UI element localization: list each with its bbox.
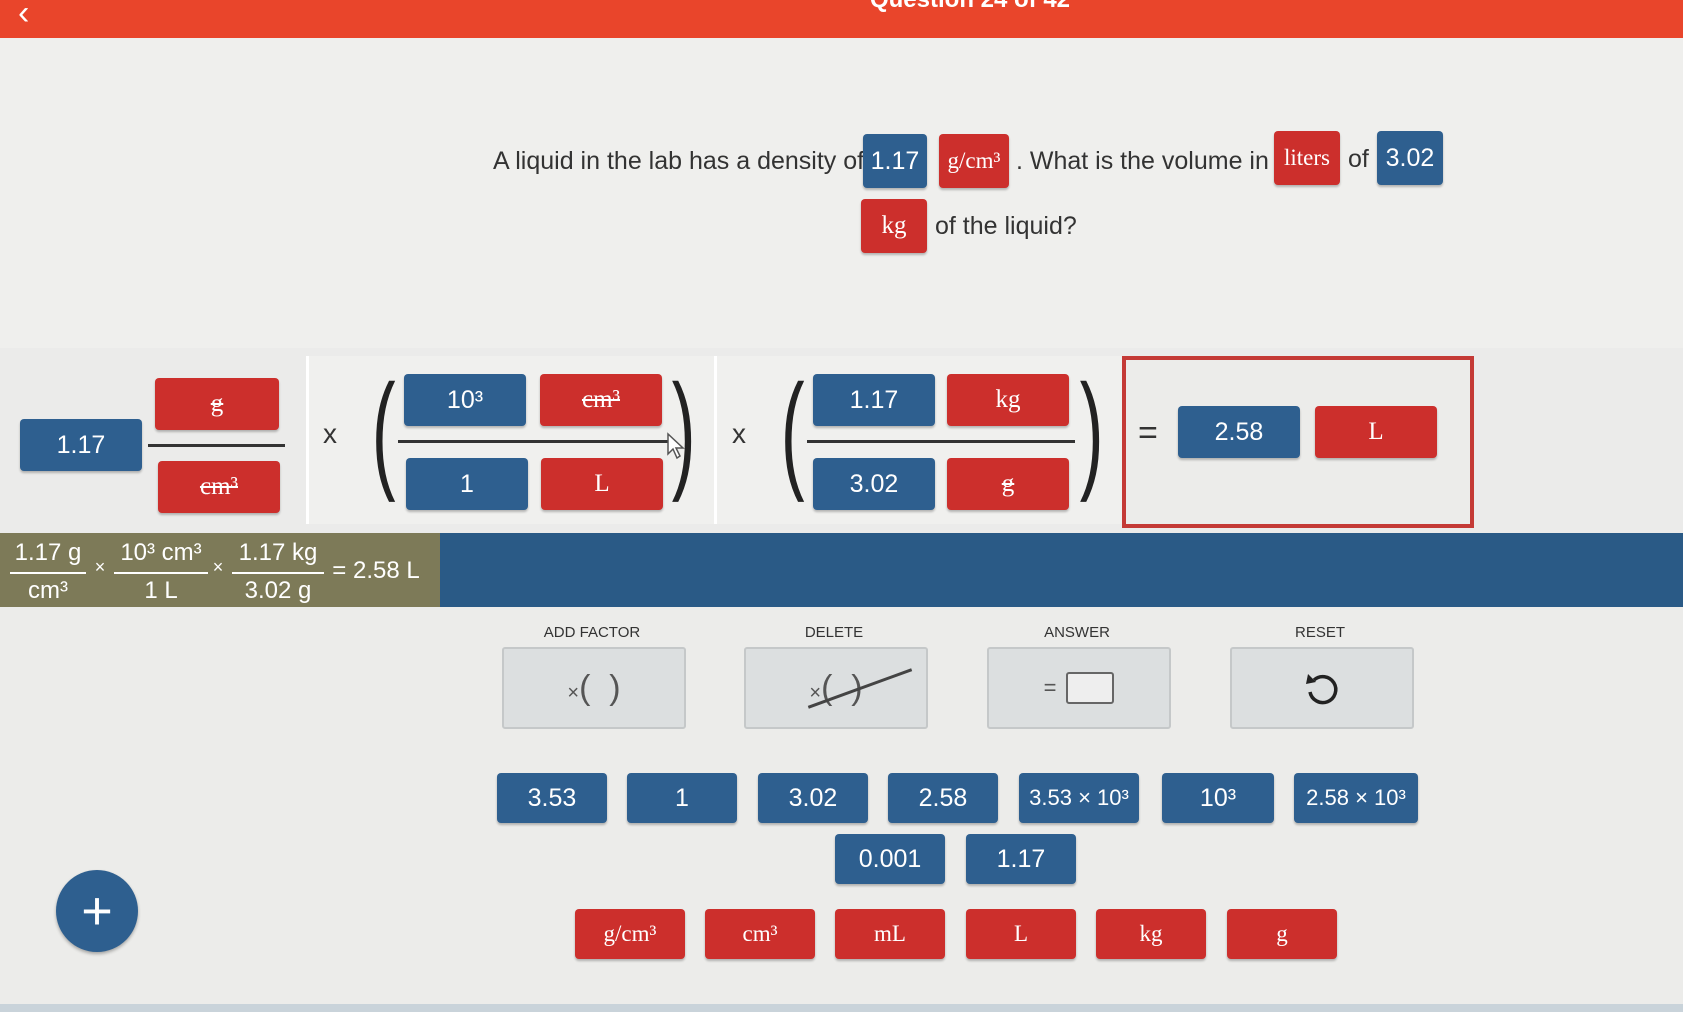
density-value-tile: 1.17: [863, 134, 927, 188]
answer-label: ANSWER: [1044, 624, 1110, 641]
factor1-den-unit[interactable]: L: [541, 458, 663, 510]
summary-times: ×: [94, 557, 106, 577]
add-factor-button[interactable]: ×( ): [502, 647, 686, 729]
unit-tile[interactable]: kg: [1096, 909, 1206, 959]
question-text-d: of the liquid?: [935, 212, 1077, 240]
start-denominator-unit[interactable]: cm³: [158, 461, 280, 513]
target-unit-tile: liters: [1274, 131, 1340, 185]
question-text-b: . What is the volume in: [1016, 147, 1269, 175]
unit-tile[interactable]: g/cm³: [575, 909, 685, 959]
answer-button[interactable]: =: [987, 647, 1171, 729]
value-tile[interactable]: 1: [627, 773, 737, 823]
multiply-sign: x: [323, 418, 337, 449]
question-text-c: of: [1348, 145, 1369, 173]
value-tile[interactable]: 10³: [1162, 773, 1274, 823]
reset-icon: [1306, 674, 1338, 705]
bottom-bar: [0, 1004, 1683, 1012]
unit-tile[interactable]: mL: [835, 909, 945, 959]
multiply-sign: x: [732, 418, 746, 449]
start-value-tile[interactable]: 1.17: [20, 419, 142, 471]
cancelled-unit: cm³: [581, 386, 621, 413]
summary-result: = 2.58 L: [332, 557, 420, 584]
reset-button[interactable]: [1230, 647, 1414, 729]
top-bar: ‹ Question 24 of 42: [0, 0, 1683, 38]
unit-tile[interactable]: L: [966, 909, 1076, 959]
mass-value-tile: 3.02: [1377, 131, 1443, 185]
right-paren: ): [671, 357, 696, 503]
density-unit-tile: g/cm³: [939, 134, 1009, 188]
answer-value-tile[interactable]: 2.58: [1178, 406, 1300, 458]
summary-term3-num: 1.17 kg: [238, 539, 318, 566]
chevron-left-icon[interactable]: ‹: [18, 0, 29, 30]
summary-term1-den: cm³: [28, 577, 68, 604]
answer-box-icon: =: [1044, 672, 1115, 704]
summary-term2-den: 1 L: [144, 577, 178, 604]
delete-factor-icon: ×( ): [808, 667, 913, 709]
cursor-icon: [667, 432, 685, 460]
value-tile[interactable]: 2.58: [888, 773, 998, 823]
add-factor-label: ADD FACTOR: [543, 624, 641, 641]
factor2-den-unit[interactable]: g: [947, 458, 1069, 510]
cancelled-unit: g: [1001, 470, 1015, 497]
cancelled-unit: g: [210, 390, 224, 417]
summary-times: ×: [212, 557, 224, 577]
value-tile[interactable]: 1.17: [966, 834, 1076, 884]
value-tile[interactable]: 3.02: [758, 773, 868, 823]
summary-term2-num: 10³ cm³: [120, 539, 202, 566]
add-button[interactable]: +: [56, 870, 138, 952]
value-tile[interactable]: 2.58 × 10³: [1294, 773, 1418, 823]
right-paren: ): [1079, 357, 1104, 503]
question-counter: Question 24 of 42: [860, 0, 1080, 14]
summary-fraction-bar: [232, 572, 324, 574]
summary-fraction-bar: [10, 572, 86, 574]
question-area: [0, 38, 1683, 348]
fraction-bar: [398, 440, 668, 443]
delete-label: DELETE: [804, 624, 864, 641]
fraction-bar: [807, 440, 1075, 443]
unit-tile[interactable]: cm³: [705, 909, 815, 959]
factor2-num-unit[interactable]: kg: [947, 374, 1069, 426]
equation-summary: 1.17 g cm³ × 10³ cm³ 1 L × 1.17 kg 3.02 …: [0, 533, 440, 607]
equals-sign: =: [1138, 414, 1158, 452]
cancelled-unit: cm³: [199, 473, 239, 500]
summary-term3-den: 3.02 g: [244, 577, 312, 604]
answer-unit-tile[interactable]: L: [1315, 406, 1437, 458]
add-factor-icon: ×( ): [567, 668, 621, 707]
question-text-a: A liquid in the lab has a density of: [493, 147, 865, 175]
left-paren: (: [780, 357, 805, 503]
reset-label: RESET: [1294, 624, 1345, 641]
factor1-num-value[interactable]: 10³: [404, 374, 526, 426]
start-numerator-unit[interactable]: g: [155, 378, 279, 430]
left-paren: (: [371, 357, 396, 503]
factor2-num-value[interactable]: 1.17: [813, 374, 935, 426]
value-tile[interactable]: 3.53: [497, 773, 607, 823]
unit-tile[interactable]: g: [1227, 909, 1337, 959]
delete-button[interactable]: ×( ): [744, 647, 928, 729]
value-tile[interactable]: 3.53 × 10³: [1019, 773, 1139, 823]
plus-icon: +: [81, 881, 113, 941]
factor1-den-value[interactable]: 1: [406, 458, 528, 510]
summary-term1-num: 1.17 g: [14, 539, 82, 566]
summary-fraction-bar: [114, 572, 208, 574]
factor2-den-value[interactable]: 3.02: [813, 458, 935, 510]
fraction-bar: [148, 444, 285, 447]
mass-unit-tile: kg: [861, 199, 927, 253]
value-tile[interactable]: 0.001: [835, 834, 945, 884]
factor1-num-unit[interactable]: cm³: [540, 374, 662, 426]
